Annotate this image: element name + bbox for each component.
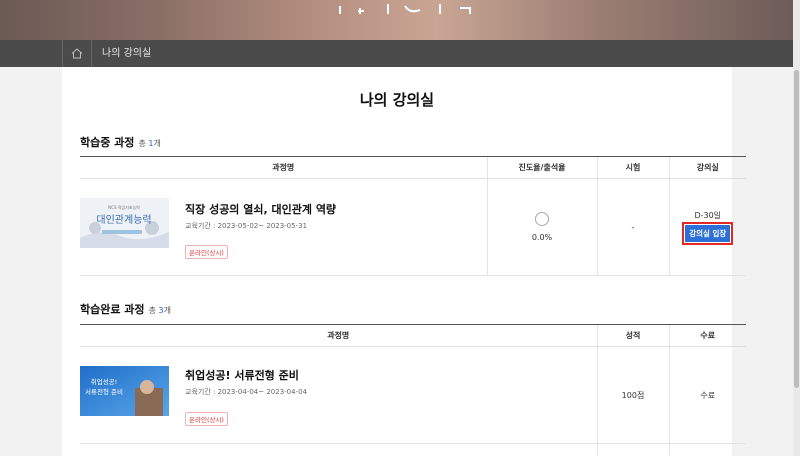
course-thumbnail[interactable]: 취업성공! 서류전형 준비 (80, 366, 169, 416)
course-thumbnail[interactable]: NCS 직업기초능력 대인관계능력 (80, 198, 169, 248)
scrollbar-thumb[interactable] (794, 70, 799, 388)
home-button[interactable] (62, 40, 92, 67)
score-cell: 100점 (596, 346, 669, 444)
enter-classroom-button[interactable]: 강의실 입장 (685, 224, 731, 242)
progress-value: 0.0% (531, 233, 553, 242)
thumb-caption: NCS 직업기초능력 (108, 204, 140, 210)
enter-button-highlight: 강의실 입장 (682, 221, 734, 245)
completion-cell (668, 443, 746, 456)
header-exam: 시험 (596, 156, 669, 179)
hero-title-fragment (339, 4, 471, 14)
thumb-title-line1: 취업성공! (91, 377, 118, 386)
section-count: 총 1개 (138, 139, 161, 148)
header-classroom: 강의실 (668, 156, 746, 179)
table-row: 취업성공! 서류전형 준비 취업성공! 서류전형 준비 교육기간 : 2023-… (80, 346, 746, 444)
course-cell: 취업성공! 서류전형 준비 취업성공! 서류전형 준비 교육기간 : 2023-… (80, 346, 597, 444)
table-row (80, 443, 746, 456)
completion-cell: 수료 (668, 346, 746, 444)
table-header-row: 과정명 성적 수료 (80, 324, 746, 347)
dday-label: D-30일 (694, 210, 722, 220)
course-title[interactable]: 직장 성공의 열쇠, 대인관계 역량 (185, 201, 336, 217)
course-period: 교육기간 : 2023-05-02~ 2023-05-31 (185, 222, 308, 230)
page-title: 나의 강의실 (359, 91, 435, 109)
header-progress: 진도율/출석율 (486, 156, 597, 179)
home-icon (71, 48, 83, 59)
progress-ring-icon (535, 212, 549, 226)
progress-cell: 0.0% (486, 178, 597, 276)
score-cell (596, 443, 669, 456)
course-type-badge: 온라인(상시) (185, 245, 228, 259)
header-completion: 수료 (668, 324, 746, 347)
header-course: 과정명 (80, 156, 487, 179)
course-title[interactable]: 취업성공! 서류전형 준비 (185, 367, 299, 383)
breadcrumb: 나의 강의실 (0, 40, 793, 67)
in-progress-table: 과정명 진도율/출석율 시험 강의실 NCS 직업기초능력 대인관계능력 직장 … (80, 156, 746, 276)
course-thumbnail-art: 취업성공! 서류전형 준비 (80, 366, 169, 416)
section-count: 총 3개 (148, 306, 171, 315)
table-header-row: 과정명 진도율/출석율 시험 강의실 (80, 156, 746, 179)
header-score: 성적 (596, 324, 669, 347)
course-thumbnail-art: NCS 직업기초능력 대인관계능력 (80, 198, 169, 248)
course-type-badge: 온라인(상시) (185, 412, 228, 426)
hero-banner (0, 0, 793, 40)
completed-table: 과정명 성적 수료 취업성공! 서류전형 준비 취업성공! 서류전형 준비 교육… (80, 324, 746, 456)
thumb-title-line2: 서류전형 준비 (85, 387, 123, 396)
thumb-title: 대인관계능력 (96, 214, 151, 226)
main-panel: 나의 강의실 학습중 과정 총 1개 과정명 진도율/출석율 시험 강의실 NC… (62, 67, 746, 456)
exam-cell: - (596, 178, 669, 276)
course-cell (80, 443, 597, 456)
section-title-in-progress: 학습중 과정 총 1개 (80, 136, 161, 149)
classroom-cell: D-30일 강의실 입장 (668, 178, 746, 276)
header-course: 과정명 (80, 324, 597, 347)
course-period: 교육기간 : 2023-04-04~ 2023-04-04 (185, 388, 308, 396)
breadcrumb-current[interactable]: 나의 강의실 (102, 40, 151, 67)
table-row: NCS 직업기초능력 대인관계능력 직장 성공의 열쇠, 대인관계 역량 교육기… (80, 178, 746, 276)
section-title-completed: 학습완료 과정 총 3개 (80, 303, 171, 316)
course-cell: NCS 직업기초능력 대인관계능력 직장 성공의 열쇠, 대인관계 역량 교육기… (80, 178, 487, 276)
